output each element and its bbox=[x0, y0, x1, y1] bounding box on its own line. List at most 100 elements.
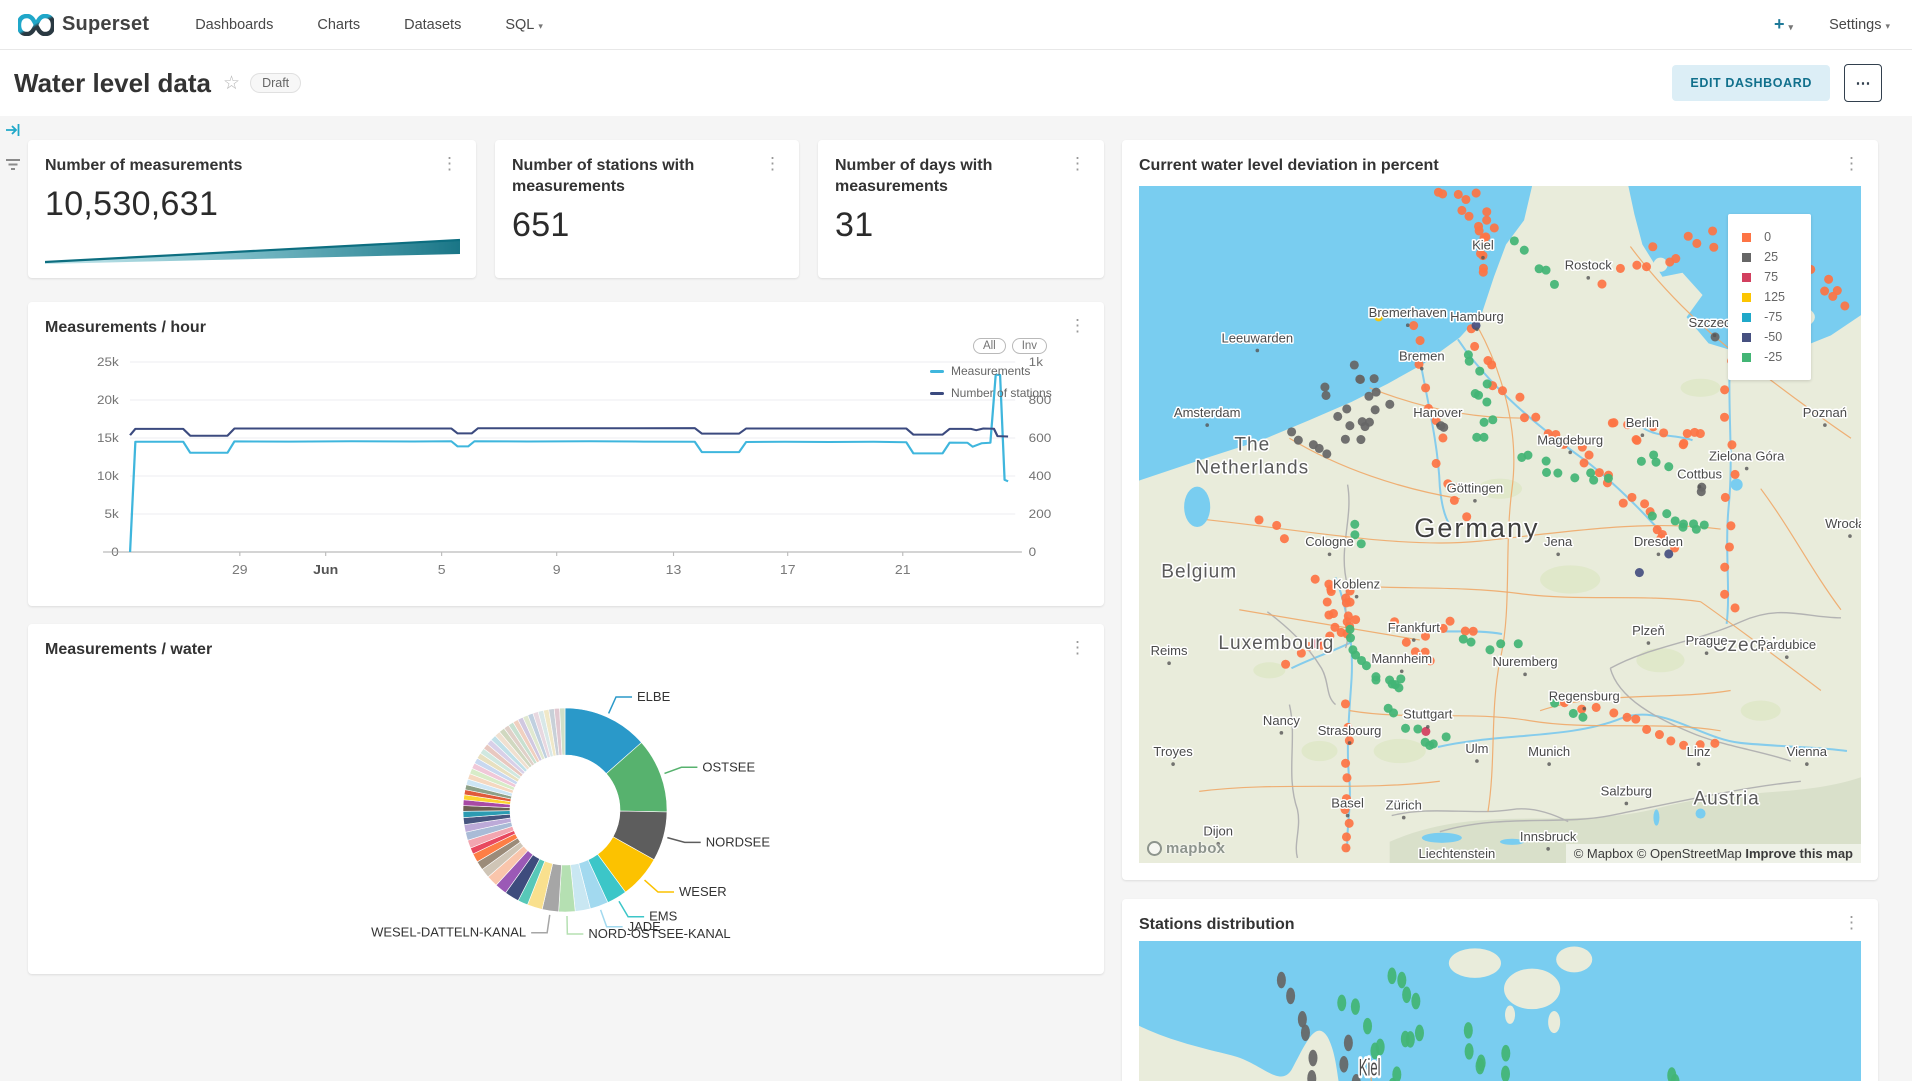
station-dot[interactable] bbox=[1370, 374, 1379, 383]
station-dot[interactable] bbox=[1483, 379, 1492, 388]
station-dot[interactable] bbox=[1659, 428, 1668, 437]
more-options-button[interactable]: ⋯ bbox=[1844, 64, 1882, 102]
station-dot[interactable] bbox=[1365, 418, 1374, 427]
station-dot[interactable] bbox=[1487, 360, 1496, 369]
station-dot[interactable] bbox=[1553, 469, 1562, 478]
station-dot[interactable] bbox=[1585, 451, 1594, 460]
station-dot[interactable] bbox=[1357, 539, 1366, 548]
station-dot[interactable] bbox=[1342, 598, 1351, 607]
station-dot[interactable] bbox=[1350, 360, 1359, 369]
station-dot[interactable] bbox=[1389, 708, 1398, 717]
station-dot[interactable] bbox=[1482, 216, 1491, 225]
kebab-menu-icon[interactable]: ⋮ bbox=[1065, 318, 1090, 333]
station-dot[interactable] bbox=[1442, 732, 1451, 741]
station-dot[interactable] bbox=[1356, 435, 1365, 444]
station-dot[interactable] bbox=[1720, 590, 1729, 599]
map-legend-entry[interactable]: -50 bbox=[1742, 330, 1785, 344]
station-dot[interactable] bbox=[1461, 195, 1470, 204]
station-dot[interactable] bbox=[1281, 660, 1290, 669]
station-dot[interactable] bbox=[1542, 266, 1551, 275]
station-dot[interactable] bbox=[1619, 499, 1628, 508]
station-dot[interactable] bbox=[1531, 413, 1540, 422]
station-dot[interactable] bbox=[1569, 709, 1578, 718]
station-dot[interactable] bbox=[1679, 440, 1688, 449]
station-dot[interactable] bbox=[1824, 275, 1833, 284]
station-dot[interactable] bbox=[1355, 375, 1364, 384]
station-dot[interactable] bbox=[1320, 383, 1329, 392]
station-dot[interactable] bbox=[1364, 392, 1373, 401]
station-dot[interactable] bbox=[1490, 223, 1499, 232]
station-dot[interactable] bbox=[1376, 1039, 1385, 1056]
station-dot[interactable] bbox=[1475, 367, 1484, 376]
station-dot[interactable] bbox=[1421, 727, 1430, 736]
station-dot[interactable] bbox=[1632, 261, 1641, 270]
station-dot[interactable] bbox=[1467, 638, 1476, 647]
station-dot[interactable] bbox=[1542, 468, 1551, 477]
station-dot[interactable] bbox=[1720, 563, 1729, 572]
kebab-menu-icon[interactable]: ⋮ bbox=[1839, 915, 1864, 930]
legend-item-number-of-stations[interactable]: Number of stations bbox=[930, 386, 1090, 400]
station-dot[interactable] bbox=[1450, 496, 1459, 505]
series-line-measurements[interactable] bbox=[130, 375, 1008, 552]
station-dot[interactable] bbox=[1655, 730, 1664, 739]
station-dot[interactable] bbox=[1311, 575, 1320, 584]
station-dot[interactable] bbox=[1341, 759, 1350, 768]
map-legend-entry[interactable]: 75 bbox=[1742, 270, 1785, 284]
station-dot[interactable] bbox=[1457, 206, 1466, 215]
station-dot[interactable] bbox=[1664, 462, 1673, 471]
station-dot[interactable] bbox=[1341, 843, 1350, 852]
station-dot[interactable] bbox=[1731, 470, 1740, 479]
station-dot[interactable] bbox=[1828, 292, 1837, 301]
station-dot[interactable] bbox=[1401, 724, 1410, 733]
station-dot[interactable] bbox=[1301, 1024, 1310, 1041]
station-dot[interactable] bbox=[1461, 627, 1470, 636]
station-dot[interactable] bbox=[1409, 321, 1418, 330]
map-legend-entry[interactable]: -25 bbox=[1742, 350, 1785, 364]
map-legend-entry[interactable]: -75 bbox=[1742, 310, 1785, 324]
station-dot[interactable] bbox=[1439, 624, 1448, 633]
station-dot[interactable] bbox=[1402, 638, 1411, 647]
station-dot[interactable] bbox=[1413, 724, 1422, 733]
station-dot[interactable] bbox=[1709, 243, 1718, 252]
map-legend-entry[interactable]: 25 bbox=[1742, 250, 1785, 264]
station-dot[interactable] bbox=[1280, 534, 1289, 543]
station-dot[interactable] bbox=[1666, 736, 1675, 745]
settings-menu[interactable]: Settings▾ bbox=[1829, 17, 1890, 33]
expand-filter-panel-icon[interactable] bbox=[5, 122, 21, 138]
station-dot[interactable] bbox=[1578, 713, 1587, 722]
station-dot[interactable] bbox=[1416, 336, 1425, 345]
station-dot[interactable] bbox=[1371, 672, 1380, 681]
station-dot[interactable] bbox=[1294, 436, 1303, 445]
station-dot[interactable] bbox=[1371, 405, 1380, 414]
station-dot[interactable] bbox=[1346, 633, 1355, 642]
station-dot[interactable] bbox=[1515, 393, 1524, 402]
station-dot[interactable] bbox=[1482, 397, 1491, 406]
map-legend-entry[interactable]: 125 bbox=[1742, 290, 1785, 304]
station-dot[interactable] bbox=[1350, 520, 1359, 529]
station-dot[interactable] bbox=[1840, 301, 1849, 310]
station-dot[interactable] bbox=[1272, 521, 1281, 530]
station-dot[interactable] bbox=[1438, 433, 1447, 442]
kebab-menu-icon[interactable]: ⋮ bbox=[760, 156, 785, 171]
station-dot[interactable] bbox=[1595, 468, 1604, 477]
station-dot[interactable] bbox=[1684, 232, 1693, 241]
station-dot[interactable] bbox=[1464, 1022, 1473, 1039]
station-dot[interactable] bbox=[1324, 610, 1333, 619]
station-dot[interactable] bbox=[1671, 254, 1680, 263]
station-dot[interactable] bbox=[1388, 679, 1397, 688]
station-dot[interactable] bbox=[1342, 404, 1351, 413]
improve-map-link[interactable]: Improve this map bbox=[1745, 846, 1853, 861]
station-dot[interactable] bbox=[1470, 342, 1479, 351]
station-dot[interactable] bbox=[1696, 429, 1705, 438]
station-dot[interactable] bbox=[1432, 459, 1441, 468]
station-dot[interactable] bbox=[1514, 639, 1523, 648]
station-dot[interactable] bbox=[1344, 611, 1353, 620]
stations-map[interactable]: KielRostock bbox=[1139, 941, 1861, 1081]
kebab-menu-icon[interactable]: ⋮ bbox=[1839, 156, 1864, 171]
series-line-number-of-stations[interactable] bbox=[130, 428, 1008, 436]
station-dot[interactable] bbox=[1315, 444, 1324, 453]
station-dot[interactable] bbox=[1286, 988, 1295, 1005]
station-dot[interactable] bbox=[1474, 391, 1483, 400]
station-dot[interactable] bbox=[1648, 511, 1657, 520]
station-dot[interactable] bbox=[1402, 987, 1411, 1004]
